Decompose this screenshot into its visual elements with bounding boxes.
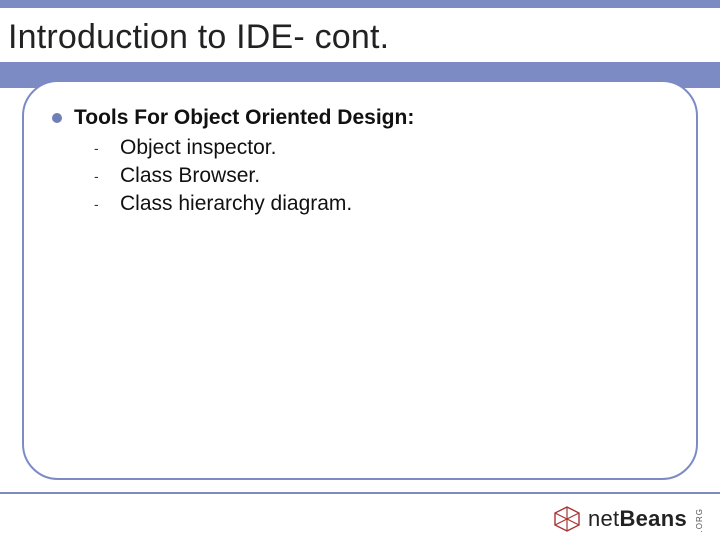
dash-icon: - — [94, 168, 104, 184]
top-accent-band — [0, 0, 720, 8]
logo-bold: Beans — [619, 506, 687, 531]
bullet-row: Tools For Object Oriented Design: — [52, 106, 668, 130]
dash-icon: - — [94, 196, 104, 212]
content-frame: Tools For Object Oriented Design: - Obje… — [22, 80, 698, 480]
logo-prefix: net — [588, 506, 619, 531]
bullet-heading: Tools For Object Oriented Design: — [74, 106, 414, 130]
sub-bullet-text: Object inspector. — [120, 136, 276, 160]
slide: Introduction to IDE- cont. Tools For Obj… — [0, 0, 720, 540]
footer-rule — [0, 492, 720, 494]
dash-icon: - — [94, 140, 104, 156]
title-bar: Introduction to IDE- cont. — [0, 8, 720, 67]
sub-bullet-text: Class hierarchy diagram. — [120, 192, 352, 216]
sub-bullet-row: - Object inspector. — [94, 136, 668, 160]
sub-bullet-row: - Class Browser. — [94, 164, 668, 188]
netbeans-logo: netBeans .ORG — [554, 506, 704, 532]
cube-icon — [554, 506, 580, 532]
logo-org-suffix: .ORG — [695, 508, 704, 532]
sub-bullet-text: Class Browser. — [120, 164, 260, 188]
slide-title: Introduction to IDE- cont. — [8, 18, 712, 57]
logo-wordmark: netBeans — [588, 506, 687, 532]
bullet-dot-icon — [52, 113, 62, 123]
sub-bullet-row: - Class hierarchy diagram. — [94, 192, 668, 216]
